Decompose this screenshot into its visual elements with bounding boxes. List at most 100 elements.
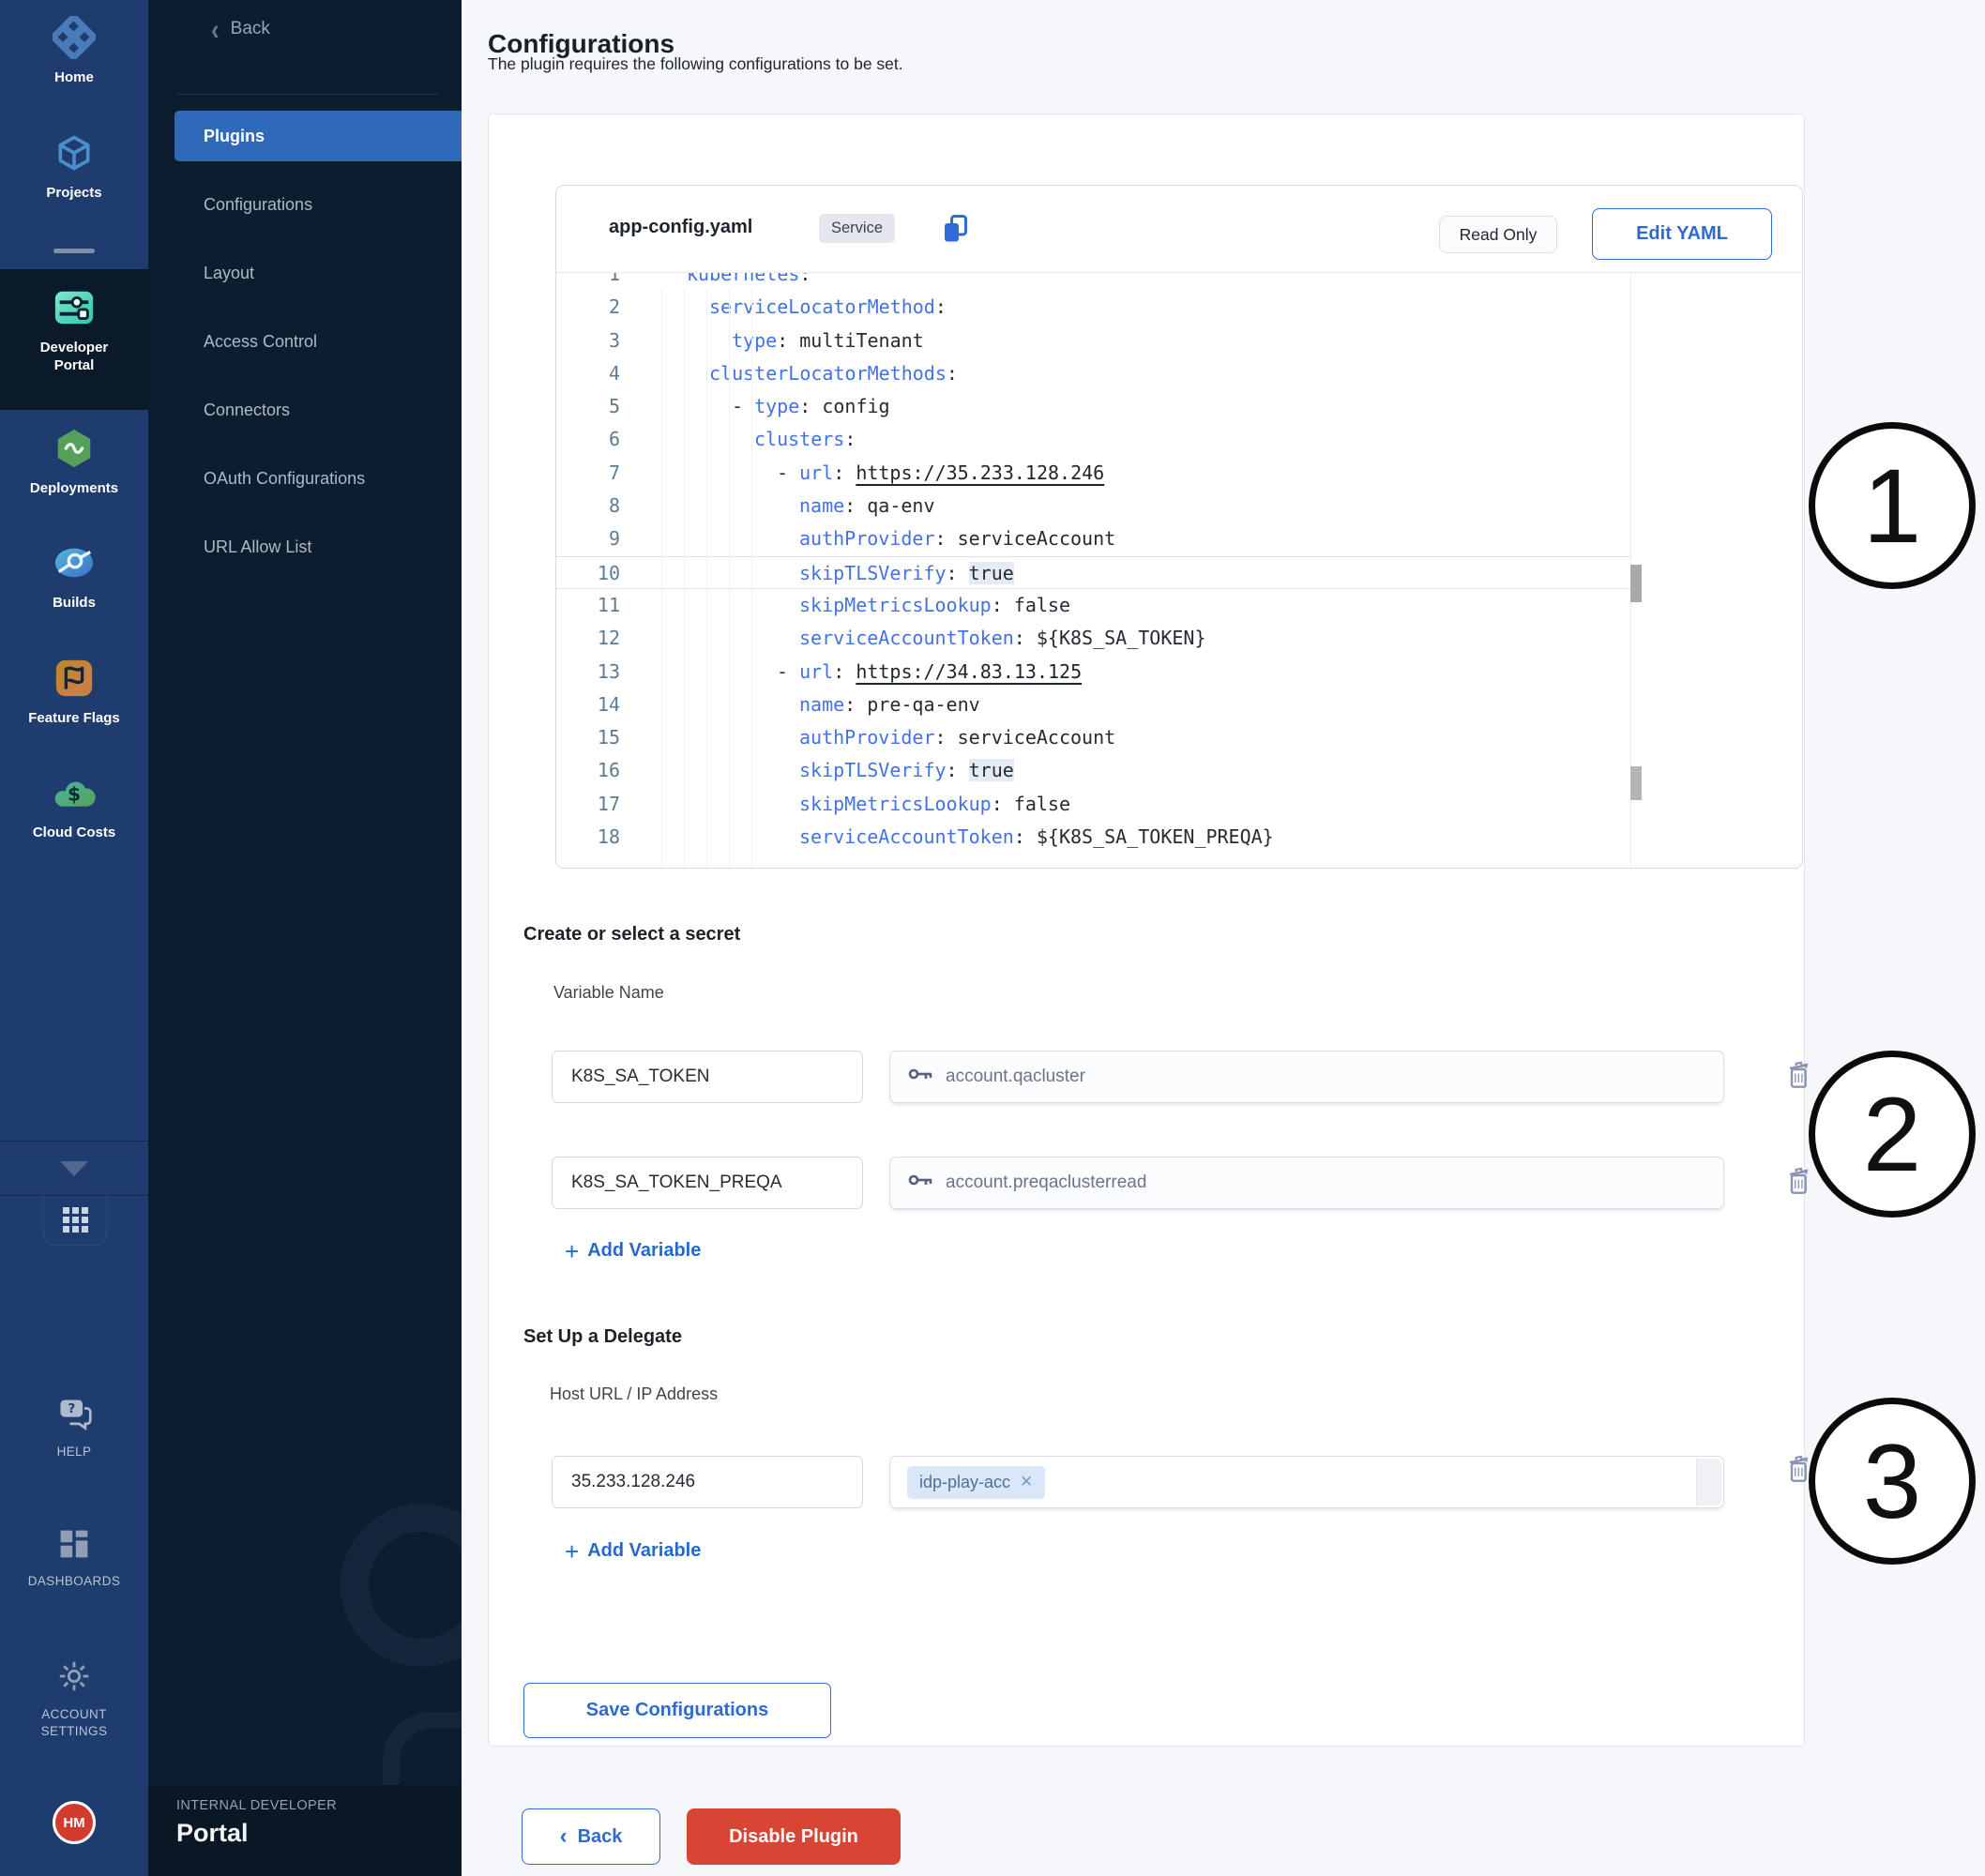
line-number: 9 [556, 522, 645, 555]
variable-name-value: K8S_SA_TOKEN_PREQA [571, 1172, 782, 1193]
line-number: 14 [556, 688, 645, 721]
chevron-left-icon: ‹ [211, 14, 220, 43]
remove-tag-icon[interactable]: ✕ [1020, 1473, 1033, 1491]
line-number: 1 [556, 272, 645, 291]
annotation-circle-3: 3 [1809, 1398, 1976, 1565]
code-text: type: multiTenant [645, 325, 924, 357]
brand-name: Portal [176, 1819, 249, 1848]
code-line-18: 18serviceAccountToken: ${K8S_SA_TOKEN_PR… [556, 821, 1630, 854]
menu-back-link[interactable]: ‹ Back [211, 17, 270, 41]
sidebar-item-builds[interactable]: Builds [0, 540, 148, 612]
code-line-7: 7- url: https://35.233.128.246 [556, 457, 1630, 490]
sidebar-item-label: Builds [53, 594, 96, 612]
add-variable-label: Add Variable [587, 1540, 701, 1562]
secret-value: account.preqaclusterread [946, 1172, 1146, 1193]
sidebar-item-projects[interactable]: Projects [0, 130, 148, 202]
menu-item-connectors[interactable]: Connectors [174, 385, 462, 435]
menu-item-url-allow-list[interactable]: URL Allow List [174, 522, 462, 572]
line-number: 15 [556, 721, 645, 754]
menu-item-plugins[interactable]: Plugins [174, 111, 462, 161]
gear-icon [56, 1658, 92, 1699]
secret-select-input[interactable]: account.qacluster [889, 1051, 1724, 1103]
copy-icon[interactable] [939, 212, 973, 246]
variable-name-input[interactable]: K8S_SA_TOKEN [552, 1051, 863, 1103]
sidebar-item-help[interactable]: ? HELP [0, 1396, 148, 1460]
secrets-heading: Create or select a secret [523, 924, 740, 946]
line-number: 8 [556, 490, 645, 522]
secondary-sidebar: ‹ Back Plugins Configurations Layout Access… [148, 0, 462, 1876]
code-line-4: 4clusterLocatorMethods: [556, 357, 1630, 390]
sidebar-item-developer-portal[interactable]: Developer Portal [0, 285, 148, 374]
deployments-icon [52, 426, 97, 471]
cloud-costs-icon: $ [52, 770, 97, 815]
sidebar-item-home[interactable]: Home [0, 15, 148, 86]
indent-guide [661, 289, 662, 869]
menu-divider [177, 94, 438, 95]
code-text: authProvider: serviceAccount [645, 721, 1115, 754]
code-text: authProvider: serviceAccount [645, 522, 1115, 555]
code-text: - type: config [645, 390, 890, 423]
delete-variable-row-icon[interactable] [1784, 1164, 1814, 1198]
code-line-9: 9authProvider: serviceAccount [556, 522, 1630, 555]
yaml-code-viewport[interactable]: 1kubernetes:2serviceLocatorMethod:3type:… [556, 272, 1630, 869]
line-number: 17 [556, 788, 645, 821]
delegate-tag-chip[interactable]: idp-play-acc ✕ [907, 1466, 1045, 1499]
code-line-15: 15authProvider: serviceAccount [556, 721, 1630, 754]
line-number: 13 [556, 656, 645, 688]
code-text: clusterLocatorMethods: [645, 357, 958, 390]
add-variable-button-secrets[interactable]: + Add Variable [565, 1240, 701, 1262]
add-variable-button-delegate[interactable]: + Add Variable [565, 1540, 701, 1562]
secret-select-input[interactable]: account.preqaclusterread [889, 1157, 1724, 1209]
sidebar-item-feature-flags[interactable]: Feature Flags [0, 656, 148, 727]
code-line-14: 14name: pre-qa-env [556, 688, 1630, 721]
svg-text:$: $ [68, 782, 81, 805]
sidebar-item-account-settings[interactable]: ACCOUNT SETTINGS [0, 1658, 148, 1740]
save-configurations-button[interactable]: Save Configurations [523, 1683, 831, 1738]
back-button[interactable]: ‹ Back [522, 1808, 660, 1865]
menu-item-oauth-configurations[interactable]: OAuth Configurations [174, 453, 462, 504]
sidebar-item-label: ACCOUNT SETTINGS [41, 1706, 108, 1740]
annotation-circle-1: 1 [1809, 422, 1976, 589]
host-url-input[interactable]: 35.233.128.246 [552, 1456, 863, 1508]
avatar[interactable]: HM [53, 1801, 96, 1844]
menu-item-layout[interactable]: Layout [174, 248, 462, 298]
read-only-badge: Read Only [1439, 216, 1557, 253]
sidebar-item-deployments[interactable]: Deployments [0, 426, 148, 497]
editor-scrollbar-marker [1630, 766, 1642, 800]
feature-flags-icon [52, 656, 97, 701]
sidebar-collapse-button[interactable] [0, 1141, 148, 1196]
menu-item-access-control[interactable]: Access Control [174, 316, 462, 367]
sidebar-item-label: HELP [57, 1444, 92, 1460]
sidebar-item-label: Developer Portal [40, 339, 109, 374]
app-launcher-button[interactable] [43, 1194, 107, 1246]
sidebar-item-label: Projects [46, 184, 101, 202]
brand-eyebrow: INTERNAL DEVELOPER [176, 1798, 337, 1813]
brand-footer: INTERNAL DEVELOPER Portal [148, 1785, 462, 1876]
add-variable-label: Add Variable [587, 1240, 701, 1262]
editor-scrollbar-thumb[interactable] [1630, 565, 1642, 602]
yaml-editor-header: app-config.yaml Service Read Only Edit Y… [556, 186, 1802, 273]
code-text: serviceAccountToken: ${K8S_SA_TOKEN_PREQ… [645, 821, 1274, 854]
code-line-6: 6clusters: [556, 423, 1630, 456]
sidebar-item-dashboards[interactable]: DASHBOARDS [0, 1527, 148, 1590]
indent-guide [729, 289, 730, 869]
code-line-17: 17skipMetricsLookup: false [556, 788, 1630, 821]
edit-yaml-button[interactable]: Edit YAML [1592, 208, 1772, 260]
line-number: 5 [556, 390, 645, 423]
line-number: 7 [556, 457, 645, 490]
sidebar-item-cloud-costs[interactable]: $ Cloud Costs [0, 770, 148, 841]
projects-icon [52, 130, 97, 175]
code-line-1: 1kubernetes: [556, 272, 1630, 291]
delegate-tags-input[interactable]: idp-play-acc ✕ [889, 1456, 1724, 1508]
code-line-8: 8name: qa-env [556, 490, 1630, 522]
builds-icon [52, 540, 97, 585]
line-number: 18 [556, 821, 645, 854]
variable-name-input[interactable]: K8S_SA_TOKEN_PREQA [552, 1157, 863, 1209]
delete-variable-row-icon[interactable] [1784, 1058, 1814, 1092]
line-number: 10 [556, 557, 645, 588]
menu-item-configurations[interactable]: Configurations [174, 179, 462, 230]
file-name: app-config.yaml [609, 217, 752, 238]
indent-guide [751, 289, 752, 869]
code-text: serviceLocatorMethod: [645, 291, 947, 324]
disable-plugin-button[interactable]: Disable Plugin [687, 1808, 901, 1865]
